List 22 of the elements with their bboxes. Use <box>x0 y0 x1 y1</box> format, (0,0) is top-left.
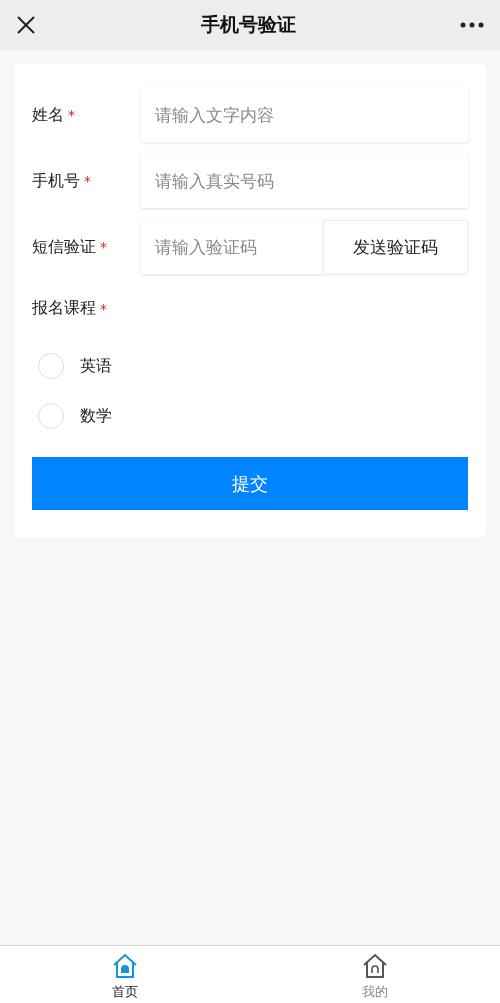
home-icon <box>362 953 388 979</box>
field-label: 手机号 <box>32 170 80 192</box>
submit-button[interactable]: 提交 <box>32 457 468 510</box>
input-field[interactable]: 请输入验证码 <box>141 220 323 274</box>
input-field[interactable]: 请输入文字内容 <box>141 88 468 142</box>
tab[interactable]: 我的 <box>250 946 500 1003</box>
required-mark: * <box>68 107 75 123</box>
required-mark: * <box>100 239 107 255</box>
option-label[interactable]: 数学 <box>80 405 112 427</box>
home-icon <box>112 953 138 979</box>
more-icon[interactable] <box>460 22 484 28</box>
page-title: 手机号验证 <box>200 12 296 37</box>
close-icon[interactable] <box>16 15 36 35</box>
required-mark: * <box>84 173 91 189</box>
field-label: 短信验证 <box>32 236 96 258</box>
send-code-button[interactable]: 发送验证码 <box>323 220 468 274</box>
tab[interactable]: 首页 <box>0 946 250 1003</box>
required-mark: * <box>100 300 107 317</box>
field-label: 姓名 <box>32 104 64 126</box>
field-label: 报名课程 <box>32 298 96 319</box>
option-label[interactable]: 英语 <box>80 355 112 377</box>
input-field[interactable]: 请输入真实号码 <box>141 154 468 208</box>
